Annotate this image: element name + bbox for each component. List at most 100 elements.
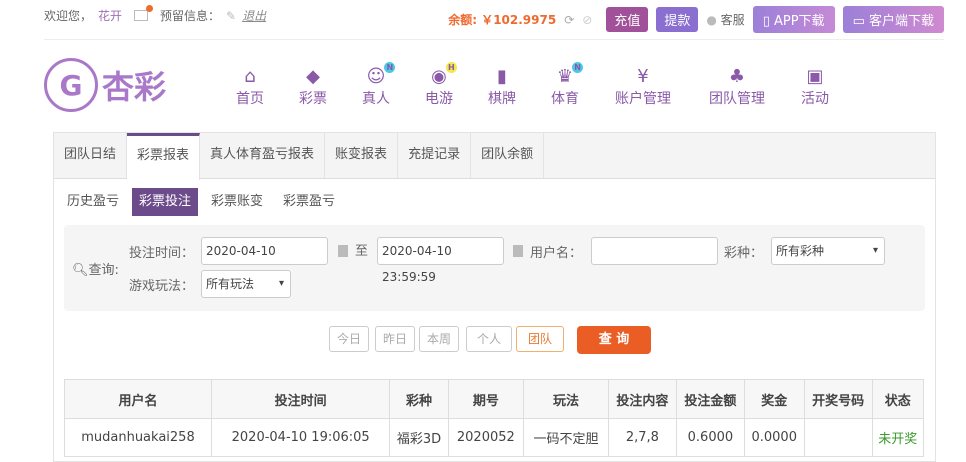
bet-time-label: 投注时间：	[129, 246, 195, 261]
nav-item[interactable]: ☺ N 真人	[362, 62, 396, 108]
nav-icon: ♣	[728, 66, 746, 87]
nav-icon: ¥	[637, 66, 649, 87]
table-cell: mudanhuakai258	[64, 418, 212, 457]
sub-tab[interactable]: 历史盈亏	[60, 188, 126, 216]
divider	[44, 39, 944, 40]
tab[interactable]: 彩票报表	[127, 133, 201, 180]
query-form: 🔍︎查询: 投注时间： 2020-04-10 00:00:00 至 2020-0…	[64, 225, 925, 311]
nav-item[interactable]: ♣ 团队管理	[709, 66, 765, 108]
quick-filter-button[interactable]: 个人	[466, 326, 512, 352]
column-header: 投注内容	[607, 379, 677, 419]
column-header: 期号	[447, 379, 525, 419]
column-header: 彩种	[389, 379, 449, 419]
service-link[interactable]: ● 客服	[706, 11, 744, 28]
badge: N	[572, 62, 584, 73]
client-download-button[interactable]: ▭ 客户端下载	[842, 6, 944, 33]
table-cell	[803, 418, 873, 457]
query-title: 🔍︎查询:	[72, 263, 119, 278]
column-header: 状态	[871, 379, 925, 419]
hide-balance-icon[interactable]: ⊘	[582, 13, 592, 27]
column-header: 投注时间	[210, 379, 391, 419]
end-time-input[interactable]: 2020-04-10 23:59:59	[377, 237, 504, 284]
badge: H	[445, 62, 457, 73]
sub-tab[interactable]: 彩票投注	[132, 188, 199, 216]
edit-icon[interactable]: ✎	[226, 9, 236, 23]
sub-tab[interactable]: 彩票盈亏	[276, 188, 342, 216]
play-select[interactable]: 所有玩法	[201, 270, 291, 298]
deposit-button[interactable]: 充值	[606, 7, 649, 32]
nav-icon: ☺ N	[367, 62, 396, 88]
nav-label: 彩票	[299, 91, 327, 107]
account-bar: 余额: ￥102.9975 ⟳ ⊘ 充值 提款 ● 客服 ▯ APP下载 ▭ 客…	[448, 6, 944, 33]
table-cell: 0.6000	[675, 418, 745, 457]
welcome-text: 欢迎您，	[44, 9, 93, 23]
search-icon: 🔍︎	[72, 263, 89, 278]
nav-label: 账户管理	[615, 91, 671, 107]
nav-item[interactable]: ▣ 活动	[801, 66, 829, 108]
lottery-select[interactable]: 所有彩种	[771, 237, 885, 265]
tab[interactable]: 团队余额	[471, 133, 545, 178]
lottery-label: 彩种：	[724, 246, 764, 261]
table-cell: 一码不定胆	[523, 418, 609, 457]
refresh-icon[interactable]: ⟳	[564, 13, 574, 27]
nav-item[interactable]: ◆ 彩票	[299, 66, 327, 108]
nav-item[interactable]: ♛ N 体育	[551, 62, 584, 108]
nav-label: 电游	[425, 91, 453, 107]
logo-emblem-icon: G	[44, 58, 98, 112]
nav-icon: ⌂	[244, 66, 256, 87]
nav-icon: ▣	[806, 66, 824, 87]
quick-filter-button[interactable]: 昨日	[375, 326, 415, 352]
username: 花开	[98, 9, 123, 23]
username-label: 用户名：	[530, 246, 583, 261]
table-cell: 2,7,8	[607, 418, 677, 457]
nav-item[interactable]: ⌂ 首页	[236, 66, 264, 108]
logo[interactable]: G 杏彩	[44, 58, 166, 112]
nav-label: 棋牌	[488, 91, 516, 107]
search-button[interactable]: 查 询	[577, 326, 651, 354]
report-panel: 团队日结 彩票报表 真人体育盈亏报表 账变报表 充提记录 团队余额 历史盈亏 彩票投注 彩票账…	[53, 132, 936, 462]
logout-link[interactable]: 退出	[242, 7, 266, 24]
mail-icon[interactable]	[134, 5, 154, 21]
nav-icon: ♛ N	[557, 62, 584, 88]
column-header: 开奖号码	[803, 379, 873, 419]
nav-item[interactable]: ¥ 账户管理	[615, 66, 671, 108]
withdraw-button[interactable]: 提款	[656, 7, 699, 32]
tab[interactable]: 真人体育盈亏报表	[200, 133, 326, 178]
app-download-button[interactable]: ▯ APP下载	[752, 6, 835, 33]
nav-label: 体育	[551, 91, 579, 107]
sub-tabs: 历史盈亏 彩票投注 彩票账变 彩票盈亏	[60, 188, 342, 216]
quick-filter-button[interactable]: 今日	[329, 326, 369, 352]
quick-filter-button[interactable]: 团队	[516, 326, 564, 352]
nav-icon: ◆	[306, 66, 320, 87]
table-cell: 2020-04-10 19:06:05	[210, 418, 391, 457]
tab[interactable]: 充提记录	[398, 133, 472, 178]
username-input[interactable]	[591, 237, 718, 265]
badge: N	[384, 62, 396, 73]
service-icon: ●	[706, 13, 717, 27]
start-time-input[interactable]: 2020-04-10 00:00:00	[201, 237, 328, 284]
table-row: mudanhuakai258 2020-04-10 19:06:05 福彩3D 202…	[64, 418, 925, 457]
to-label: 至	[355, 244, 369, 259]
nav-item[interactable]: ▮ 棋牌	[488, 66, 516, 108]
calendar-icon[interactable]	[338, 245, 348, 257]
nav-label: 首页	[236, 91, 264, 107]
table-cell: 2020052	[447, 418, 525, 457]
quick-filter-button[interactable]: 本周	[419, 326, 459, 352]
table-cell: 0.0000	[743, 418, 805, 457]
nav-icon: ▮	[497, 66, 507, 87]
tab[interactable]: 账变报表	[325, 133, 399, 178]
nav-label: 团队管理	[709, 91, 765, 107]
sub-tab[interactable]: 彩票账变	[204, 188, 270, 216]
column-header: 玩法	[523, 379, 609, 419]
reserved-info-label: 预留信息：	[160, 9, 221, 23]
calendar-icon[interactable]	[513, 245, 523, 257]
column-header: 奖金	[743, 379, 805, 419]
report-tabs: 团队日结 彩票报表 真人体育盈亏报表 账变报表 充提记录 团队余额	[54, 133, 935, 180]
nav-item[interactable]: ◉ H 电游	[425, 62, 457, 108]
table-cell: 未开奖	[871, 418, 925, 457]
balance: 余额: ￥102.9975	[448, 13, 557, 27]
user-bar: 欢迎您， 花开 预留信息： ✎ 退出	[44, 5, 266, 24]
column-header: 用户名	[64, 379, 212, 419]
tab[interactable]: 团队日结	[54, 133, 128, 178]
column-header: 投注金额	[675, 379, 745, 419]
